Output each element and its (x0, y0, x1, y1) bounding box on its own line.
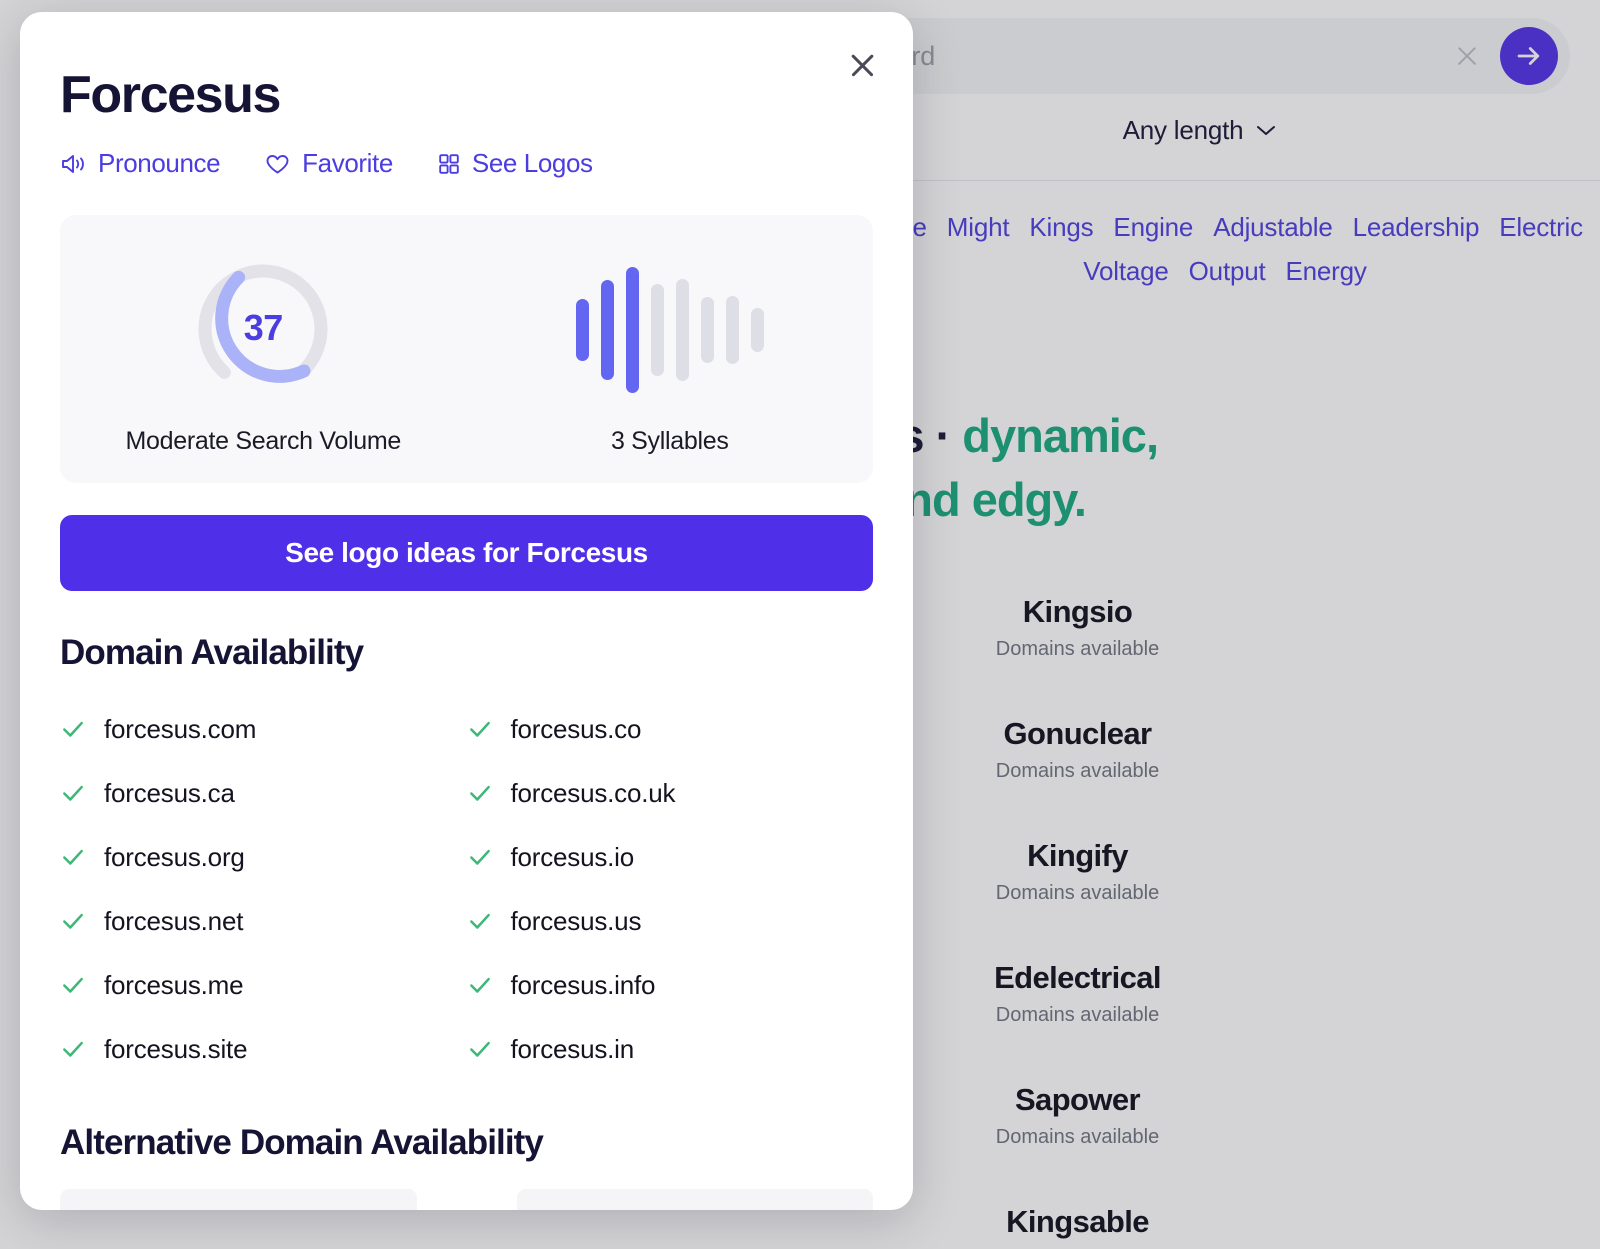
domain-name: forcesus.info (510, 969, 656, 1000)
domain-item[interactable]: forcesus.co (467, 697, 874, 761)
name-result-status: Domains available (830, 1244, 1325, 1249)
syllable-bar (625, 267, 639, 393)
modal-action-row: Pronounce Favorite See Logos (60, 148, 873, 179)
domain-item[interactable]: forcesus.site (60, 1017, 467, 1081)
keyword-chip[interactable]: Engine (1113, 205, 1193, 249)
grid-icon (439, 153, 459, 174)
search-volume-stat: 37 Moderate Search Volume (60, 215, 467, 483)
divider (830, 180, 1600, 181)
domain-name: forcesus.ca (104, 777, 235, 808)
domain-item[interactable]: forcesus.io (467, 825, 874, 889)
check-icon (60, 780, 86, 806)
clear-search-icon[interactable] (1448, 37, 1486, 75)
domain-name: forcesus.us (510, 905, 642, 936)
syllables-label: 3 Syllables (610, 427, 729, 455)
domain-name: forcesus.site (104, 1033, 248, 1064)
close-icon[interactable] (839, 42, 885, 88)
domain-item[interactable]: forcesus.com (60, 697, 467, 761)
screen: yword Any length uscle Might Kings Engin… (0, 0, 1600, 1249)
domain-name: forcesus.org (104, 841, 245, 872)
check-icon (60, 716, 86, 742)
search-volume-value: 37 (243, 307, 284, 348)
search-bar[interactable]: yword (830, 18, 1570, 94)
domain-item[interactable]: forcesus.co.uk (467, 761, 874, 825)
check-icon (467, 972, 493, 998)
name-detail-modal: Forcesus Pronounce Favorite See Logos 37… (20, 12, 913, 1210)
check-icon (467, 908, 493, 934)
check-icon (60, 1036, 86, 1062)
check-icon (60, 972, 86, 998)
keyword-chip[interactable]: Output (1189, 249, 1266, 293)
syllable-bar (575, 299, 589, 361)
keyword-chip[interactable]: Electric (1499, 205, 1583, 249)
check-icon (467, 780, 493, 806)
check-icon (467, 1036, 493, 1062)
pronounce-button[interactable]: Pronounce (60, 148, 221, 179)
page-title: Forcesus (60, 66, 281, 124)
check-icon (467, 716, 493, 742)
syllable-bar (675, 279, 689, 381)
keyword-chip[interactable]: Kings (1029, 205, 1093, 249)
skeleton-placeholder (60, 1189, 417, 1210)
domain-item[interactable]: forcesus.me (60, 953, 467, 1017)
see-logo-ideas-button[interactable]: See logo ideas for Forcesus (60, 515, 873, 591)
keyword-chip[interactable]: Energy (1286, 249, 1367, 293)
keyword-chip[interactable]: Voltage (1083, 249, 1169, 293)
domain-item[interactable]: forcesus.org (60, 825, 467, 889)
length-filter-label: Any length (1122, 114, 1244, 145)
domain-item[interactable]: forcesus.ca (60, 761, 467, 825)
speaker-icon (62, 154, 84, 173)
keyword-chip[interactable]: Leadership (1353, 205, 1480, 249)
heart-icon (266, 154, 289, 173)
keyword-chip[interactable]: Might (947, 205, 1010, 249)
check-icon (60, 908, 86, 934)
headline-separator: · (935, 409, 952, 462)
syllable-bar (725, 296, 739, 364)
favorite-button[interactable]: Favorite (264, 148, 393, 179)
check-icon (60, 844, 86, 870)
domain-name: forcesus.me (104, 969, 244, 1000)
alternative-domain-availability-title: Alternative Domain Availability (60, 1123, 544, 1162)
domain-availability-list: forcesus.com forcesus.co forcesus.ca for… (60, 697, 873, 1081)
domain-item[interactable]: forcesus.net (60, 889, 467, 953)
search-volume-gauge: 37 (188, 255, 338, 405)
keyword-chip[interactable]: Adjustable (1213, 205, 1333, 249)
favorite-label: Favorite (302, 148, 393, 178)
see-logos-label: See Logos (471, 148, 593, 178)
syllables-stat: 3 Syllables (467, 215, 874, 483)
domain-name: forcesus.in (510, 1033, 635, 1064)
alternative-domain-skeletons (60, 1189, 873, 1210)
syllable-bar (650, 284, 664, 376)
domain-item[interactable]: forcesus.us (467, 889, 874, 953)
domain-name: forcesus.net (104, 905, 244, 936)
keyword-chip-list: uscle Might Kings Engine Adjustable Lead… (830, 205, 1600, 293)
syllables-bars (575, 255, 764, 405)
domain-name: forcesus.com (104, 713, 257, 744)
domain-name: forcesus.co (510, 713, 642, 744)
check-icon (467, 844, 493, 870)
domain-item[interactable]: forcesus.in (467, 1017, 874, 1081)
syllable-bar (600, 280, 614, 380)
see-logos-button[interactable]: See Logos (437, 148, 593, 179)
stats-card: 37 Moderate Search Volume 3 Syllables (60, 215, 873, 483)
syllable-bar (750, 308, 764, 352)
search-input[interactable]: yword (864, 41, 1448, 72)
skeleton-placeholder (516, 1189, 873, 1210)
length-filter[interactable]: Any length (830, 104, 1570, 156)
domain-name: forcesus.io (510, 841, 635, 872)
domain-availability-title: Domain Availability (60, 633, 364, 672)
search-volume-label: Moderate Search Volume (125, 427, 401, 455)
syllable-bar (700, 297, 714, 363)
chevron-down-icon (1257, 126, 1276, 135)
domain-name: forcesus.co.uk (510, 777, 676, 808)
pronounce-label: Pronounce (98, 148, 221, 178)
arrow-right-icon (1517, 47, 1540, 65)
search-submit-button[interactable] (1500, 27, 1558, 85)
domain-item[interactable]: forcesus.info (467, 953, 874, 1017)
headline-accent-1: dynamic, (962, 409, 1159, 462)
